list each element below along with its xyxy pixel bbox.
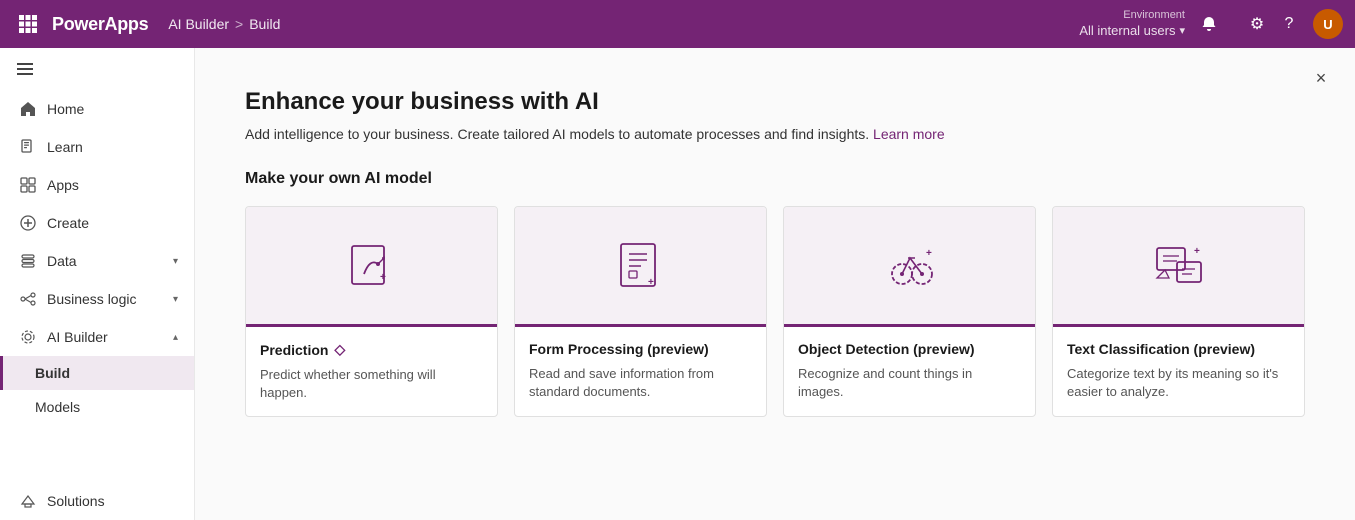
- sidebar-item-business-logic[interactable]: Business logic ▾: [0, 280, 194, 318]
- app-brand: PowerApps: [52, 14, 148, 35]
- chevron-down-icon: ▾: [1179, 24, 1185, 38]
- help-icon[interactable]: ?: [1273, 8, 1305, 40]
- page-title: Enhance your business with AI: [245, 88, 1305, 116]
- learn-more-link[interactable]: Learn more: [873, 126, 945, 142]
- card-prediction-image: +: [246, 207, 497, 327]
- sidebar-item-apps[interactable]: Apps: [0, 166, 194, 204]
- svg-text:+: +: [648, 277, 654, 288]
- business-logic-chevron-icon: ▾: [173, 294, 178, 305]
- main-layout: Home Learn Apps Create: [0, 48, 1355, 520]
- breadcrumb-build: Build: [249, 16, 280, 32]
- home-icon: [19, 100, 37, 118]
- breadcrumb-ai-builder[interactable]: AI Builder: [168, 16, 229, 32]
- sidebar-toggle[interactable]: [0, 48, 194, 90]
- sidebar-item-solutions-label: Solutions: [47, 493, 105, 509]
- sidebar-item-business-logic-label: Business logic: [47, 291, 137, 307]
- environment-label: Environment: [1079, 8, 1185, 22]
- sidebar-item-data[interactable]: Data ▾: [0, 242, 194, 280]
- card-object-detection-desc: Recognize and count things in images.: [798, 365, 1021, 401]
- topbar-right: Environment All internal users ▾ ⚙ ? U: [1079, 8, 1343, 40]
- card-object-detection-image: +: [784, 207, 1035, 327]
- card-text-classification-desc: Categorize text by its meaning so it's e…: [1067, 365, 1290, 401]
- card-form-processing-desc: Read and save information from standard …: [529, 365, 752, 401]
- card-form-processing[interactable]: + Form Processing (preview) Read and sav…: [514, 206, 767, 417]
- sidebar-subitem-models[interactable]: Models: [0, 390, 194, 424]
- cards-grid: + Prediction ◇ Predict whether something…: [245, 206, 1305, 417]
- waffle-icon[interactable]: [12, 8, 44, 40]
- card-prediction-title: Prediction ◇: [260, 341, 483, 358]
- sidebar-item-create[interactable]: Create: [0, 204, 194, 242]
- card-text-classification[interactable]: + Text Classification (preview) Categori…: [1052, 206, 1305, 417]
- svg-text:+: +: [1194, 246, 1200, 257]
- prediction-badge-icon: ◇: [334, 341, 345, 358]
- sidebar-subitem-build[interactable]: Build: [0, 356, 194, 390]
- ai-builder-chevron-icon: ▴: [173, 332, 178, 343]
- apps-icon: [19, 176, 37, 194]
- svg-text:+: +: [380, 272, 386, 283]
- card-prediction-body: Prediction ◇ Predict whether something w…: [246, 327, 497, 416]
- breadcrumb: AI Builder > Build: [168, 16, 280, 32]
- sidebar: Home Learn Apps Create: [0, 48, 195, 520]
- subtitle-text: Add intelligence to your business. Creat…: [245, 126, 869, 142]
- ai-builder-icon: [19, 328, 37, 346]
- learn-icon: [19, 138, 37, 156]
- avatar[interactable]: U: [1313, 9, 1343, 39]
- card-form-processing-body: Form Processing (preview) Read and save …: [515, 327, 766, 415]
- content-area: × Enhance your business with AI Add inte…: [195, 48, 1355, 520]
- data-icon: [19, 252, 37, 270]
- sidebar-item-ai-builder-label: AI Builder: [47, 329, 108, 345]
- sidebar-item-ai-builder[interactable]: AI Builder ▴: [0, 318, 194, 356]
- card-form-processing-title: Form Processing (preview): [529, 341, 752, 357]
- svg-text:+: +: [926, 248, 932, 259]
- environment-selector[interactable]: Environment All internal users ▾: [1079, 8, 1185, 39]
- settings-icon[interactable]: ⚙: [1233, 8, 1265, 40]
- sidebar-subitem-models-label: Models: [35, 399, 80, 415]
- sidebar-item-data-label: Data: [47, 253, 77, 269]
- sidebar-item-home[interactable]: Home: [0, 90, 194, 128]
- breadcrumb-separator: >: [235, 16, 243, 32]
- close-button[interactable]: ×: [1307, 64, 1335, 92]
- card-object-detection-body: Object Detection (preview) Recognize and…: [784, 327, 1035, 415]
- card-object-detection-title: Object Detection (preview): [798, 341, 1021, 357]
- card-object-detection[interactable]: + Object Detection (preview) Recognize a…: [783, 206, 1036, 417]
- card-text-classification-body: Text Classification (preview) Categorize…: [1053, 327, 1304, 415]
- card-prediction-desc: Predict whether something will happen.: [260, 366, 483, 402]
- sidebar-item-learn[interactable]: Learn: [0, 128, 194, 166]
- card-text-classification-image: +: [1053, 207, 1304, 327]
- notifications-icon[interactable]: [1193, 8, 1225, 40]
- sidebar-item-create-label: Create: [47, 215, 89, 231]
- sidebar-subitem-build-label: Build: [35, 365, 70, 381]
- solutions-icon: [19, 492, 37, 510]
- data-chevron-icon: ▾: [173, 256, 178, 267]
- card-form-processing-image: +: [515, 207, 766, 327]
- card-prediction[interactable]: + Prediction ◇ Predict whether something…: [245, 206, 498, 417]
- sidebar-item-solutions[interactable]: Solutions: [0, 482, 194, 520]
- page-subtitle: Add intelligence to your business. Creat…: [245, 126, 1305, 142]
- business-logic-icon: [19, 290, 37, 308]
- card-text-classification-title: Text Classification (preview): [1067, 341, 1290, 357]
- environment-name: All internal users: [1079, 23, 1175, 40]
- topbar: PowerApps AI Builder > Build Environment…: [0, 0, 1355, 48]
- sidebar-item-home-label: Home: [47, 101, 84, 117]
- section-title: Make your own AI model: [245, 170, 1305, 188]
- sidebar-item-apps-label: Apps: [47, 177, 79, 193]
- sidebar-item-learn-label: Learn: [47, 139, 83, 155]
- create-icon: [19, 214, 37, 232]
